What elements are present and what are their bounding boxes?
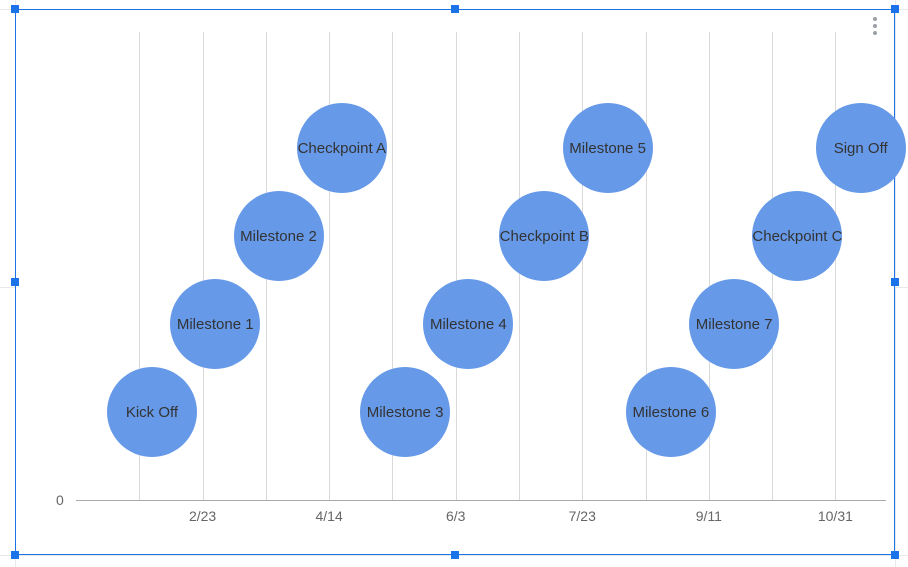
bubble-point[interactable]: Milestone 7 — [689, 279, 779, 369]
bubble-point[interactable]: Checkpoint B — [499, 191, 589, 281]
bubble-label: Milestone 7 — [696, 316, 773, 333]
x-tick-label: 9/11 — [696, 508, 722, 524]
resize-handle-top-right[interactable] — [891, 5, 899, 13]
bubble-label: Milestone 2 — [240, 228, 317, 245]
resize-handle-bottom-left[interactable] — [11, 551, 19, 559]
resize-handle-bottom-right[interactable] — [891, 551, 899, 559]
bubble-label: Checkpoint A — [298, 140, 386, 157]
resize-handle-right-middle[interactable] — [891, 278, 899, 286]
x-axis-line — [76, 500, 886, 501]
x-gridline — [582, 32, 583, 500]
resize-handle-top-middle[interactable] — [451, 5, 459, 13]
plot-area: Kick Off Milestone 1 Milestone 2 Checkpoint… — [76, 32, 886, 500]
x-gridline — [835, 32, 836, 500]
bubble-label: Milestone 5 — [569, 140, 646, 157]
x-gridline — [329, 32, 330, 500]
bubble-point[interactable]: Kick Off — [107, 367, 197, 457]
y-axis-zero-label: 0 — [56, 492, 64, 508]
embedded-chart[interactable]: Kick Off Milestone 1 Milestone 2 Checkpoint… — [15, 9, 895, 555]
x-tick-label: 4/14 — [316, 508, 343, 524]
x-tick-label: 2/23 — [189, 508, 216, 524]
more-vertical-icon — [873, 17, 877, 21]
x-tick-label: 6/3 — [446, 508, 465, 524]
bubble-point[interactable]: Milestone 2 — [234, 191, 324, 281]
bubble-point[interactable]: Milestone 1 — [170, 279, 260, 369]
bubble-label: Checkpoint C — [752, 228, 842, 245]
bubble-point[interactable]: Checkpoint C — [752, 191, 842, 281]
bubble-label: Milestone 6 — [632, 404, 709, 421]
bubble-point[interactable]: Milestone 6 — [626, 367, 716, 457]
bubble-label: Sign Off — [834, 140, 888, 157]
bubble-label: Milestone 3 — [367, 404, 444, 421]
bubble-point[interactable]: Milestone 4 — [423, 279, 513, 369]
x-axis-tick-labels: 2/23 4/14 6/3 7/23 9/11 10/31 — [76, 508, 886, 532]
x-tick-label: 10/31 — [818, 508, 853, 524]
resize-handle-top-left[interactable] — [11, 5, 19, 13]
x-gridline — [456, 32, 457, 500]
resize-handle-left-middle[interactable] — [11, 278, 19, 286]
bubble-label: Milestone 4 — [430, 316, 507, 333]
resize-handle-bottom-middle[interactable] — [451, 551, 459, 559]
bubble-point[interactable]: Sign Off — [816, 103, 906, 193]
x-gridline — [203, 32, 204, 500]
bubble-point[interactable]: Milestone 3 — [360, 367, 450, 457]
x-tick-label: 7/23 — [569, 508, 596, 524]
bubble-point[interactable]: Milestone 5 — [563, 103, 653, 193]
bubble-label: Milestone 1 — [177, 316, 254, 333]
bubble-point[interactable]: Checkpoint A — [297, 103, 387, 193]
bubble-label: Kick Off — [126, 404, 178, 421]
bubble-label: Checkpoint B — [500, 228, 589, 245]
